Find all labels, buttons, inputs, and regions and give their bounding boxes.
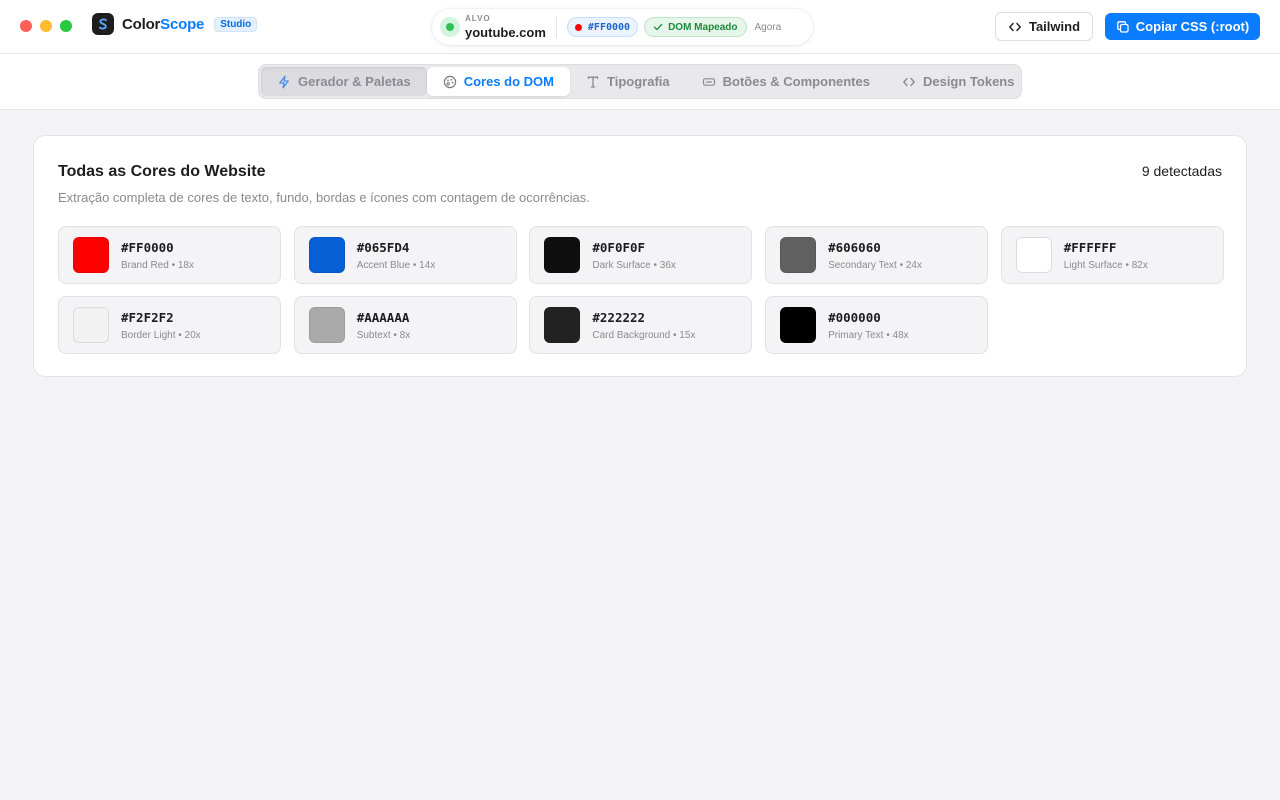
color-chip	[73, 237, 109, 273]
color-chip	[1015, 237, 1052, 273]
tailwind-button[interactable]: Tailwind	[995, 12, 1093, 41]
color-swatch[interactable]: #606060 Secondary Text • 24x	[765, 226, 989, 284]
divider	[555, 16, 557, 38]
close-window-button[interactable]	[20, 20, 32, 32]
color-swatch[interactable]: #065FD4 Accent Blue • 14x	[293, 226, 517, 284]
type-icon	[587, 76, 599, 88]
color-meta: Secondary Text • 24x	[828, 259, 922, 271]
color-swatch[interactable]: #AAAAAA Subtext • 8x	[293, 296, 517, 354]
color-chip	[544, 307, 581, 343]
color-hex: #000000	[828, 309, 881, 325]
color-hex: #065FD4	[356, 239, 410, 255]
color-chip	[308, 307, 345, 343]
color-meta: Border Light • 20x	[121, 329, 201, 341]
color-meta: Subtext • 8x	[356, 329, 411, 341]
tab-group: Gerador & Paletas Cores do DOM Tipografi…	[258, 64, 1022, 99]
color-meta: Primary Text • 48x	[828, 329, 909, 341]
color-hex: #FFFFFF	[1063, 239, 1117, 255]
window-controls	[20, 20, 72, 32]
tab-bar: Gerador & Paletas Cores do DOM Tipografi…	[0, 54, 1280, 110]
color-swatch-grid: #FF0000 Brand Red • 18x #065FD4 Accent Blu…	[58, 226, 1224, 354]
code-icon	[903, 77, 915, 86]
color-chip	[308, 237, 345, 273]
tab-typography[interactable]: Tipografia	[570, 67, 686, 96]
color-swatch[interactable]: #FFFFFF Light Surface • 82x	[1000, 226, 1224, 284]
minimize-window-button[interactable]	[40, 20, 52, 32]
code-icon	[1009, 22, 1021, 31]
detected-count: 9 detectadas	[1141, 163, 1222, 179]
color-meta: Brand Red • 18x	[121, 259, 194, 271]
tab-generator-palettes[interactable]: Gerador & Paletas	[261, 67, 427, 96]
color-chip	[780, 307, 817, 343]
primary-color-badge: #FF0000	[566, 17, 639, 37]
copy-css-button[interactable]: Copiar CSS (:root)	[1105, 13, 1260, 40]
check-icon	[653, 23, 663, 31]
card-subtitle: Extração completa de cores de texto, fun…	[58, 190, 590, 205]
color-swatch[interactable]: #222222 Card Background • 15x	[529, 296, 753, 354]
color-hex: #AAAAAA	[356, 309, 410, 325]
target-domain: youtube.com	[465, 25, 546, 40]
color-swatch[interactable]: #000000 Primary Text • 48x	[765, 296, 989, 354]
maximize-window-button[interactable]	[60, 20, 72, 32]
app-name: ColorScope	[122, 15, 205, 33]
palette-icon	[443, 75, 456, 88]
color-hex: #0F0F0F	[592, 239, 646, 255]
card-title: Todas as Cores do Website	[58, 163, 266, 180]
color-swatch[interactable]: #FF0000 Brand Red • 18x	[58, 226, 281, 284]
app-tag-badge: Studio	[214, 16, 258, 32]
color-chip	[544, 237, 581, 273]
button-icon	[702, 77, 715, 86]
app-logo-icon	[92, 13, 114, 35]
color-meta: Card Background • 15x	[592, 329, 696, 341]
target-site-pill: ALVO youtube.com #FF0000 DOM Mapeado Ago…	[432, 9, 813, 45]
brand: ColorScope Studio	[92, 13, 258, 35]
tab-dom-colors[interactable]: Cores do DOM	[426, 67, 571, 96]
target-label: ALVO	[465, 14, 491, 23]
website-colors-card: Todas as Cores do Website Extração compl…	[33, 135, 1247, 377]
live-status-icon	[440, 17, 460, 37]
color-hex: #FF0000	[121, 239, 174, 255]
color-hex: #F2F2F2	[121, 309, 174, 325]
color-chip	[780, 237, 817, 273]
tab-buttons-components[interactable]: Botões & Componentes	[686, 67, 886, 96]
color-dot-icon	[574, 23, 582, 31]
color-meta: Dark Surface • 36x	[592, 259, 676, 271]
dom-status-badge: DOM Mapeado	[644, 17, 747, 37]
tab-design-tokens[interactable]: Design Tokens	[886, 67, 1031, 96]
last-scan-time: Agora	[754, 21, 782, 33]
copy-icon	[1116, 20, 1129, 33]
color-hex: #606060	[828, 239, 881, 255]
color-swatch[interactable]: #0F0F0F Dark Surface • 36x	[529, 226, 753, 284]
color-chip	[73, 307, 109, 343]
bolt-icon	[279, 75, 289, 88]
color-meta: Light Surface • 82x	[1063, 259, 1148, 271]
color-meta: Accent Blue • 14x	[356, 259, 436, 271]
color-swatch[interactable]: #F2F2F2 Border Light • 20x	[58, 296, 281, 354]
top-bar: ColorScope Studio ALVO youtube.com #FF00…	[0, 0, 1280, 54]
color-hex: #222222	[592, 309, 646, 325]
